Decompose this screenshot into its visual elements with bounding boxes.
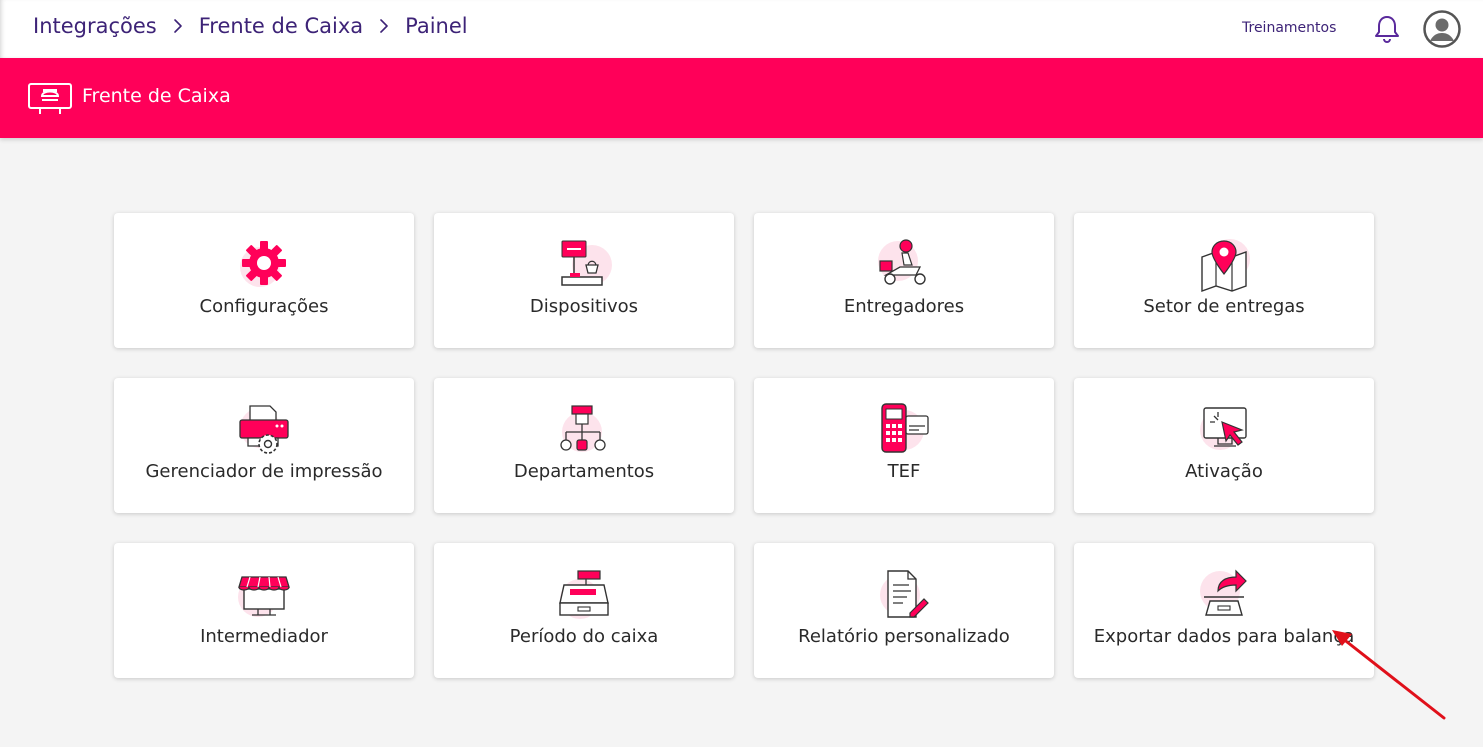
- card-periodo-do-caixa[interactable]: Período do caixa: [434, 543, 734, 678]
- card-label: Exportar dados para balança: [1093, 626, 1355, 647]
- top-bar: Integrações Frente de Caixa Painel Trein…: [0, 0, 1483, 58]
- card-departamentos[interactable]: Departamentos: [434, 378, 734, 513]
- module-banner: Frente de Caixa: [0, 58, 1483, 138]
- chevron-right-icon: [166, 14, 190, 38]
- bell-icon[interactable]: [1373, 14, 1401, 44]
- cash-register-logo-icon: [27, 78, 73, 118]
- card-ativacao[interactable]: Ativação: [1074, 378, 1374, 513]
- printer-settings-icon: [236, 402, 292, 458]
- card-label: Configurações: [199, 296, 329, 317]
- monitor-click-icon: [1196, 402, 1252, 458]
- card-gerenciador-de-impressao[interactable]: Gerenciador de impressão: [114, 378, 414, 513]
- card-label: Dispositivos: [529, 296, 639, 317]
- card-intermediador[interactable]: Intermediador: [114, 543, 414, 678]
- card-tef[interactable]: TEF: [754, 378, 1054, 513]
- org-chart-icon: [556, 402, 612, 458]
- breadcrumb-item-integracoes[interactable]: Integrações: [33, 14, 157, 38]
- gear-icon: [236, 237, 292, 293]
- scale-export-icon: [1196, 567, 1252, 623]
- card-label: Intermediador: [200, 626, 328, 647]
- pdv-device-icon: [556, 237, 612, 293]
- delivery-scooter-icon: [876, 237, 932, 293]
- card-dispositivos[interactable]: Dispositivos: [434, 213, 734, 348]
- card-label: Período do caixa: [509, 626, 659, 647]
- user-avatar-icon[interactable]: [1423, 10, 1461, 48]
- map-pin-icon: [1196, 237, 1252, 293]
- card-label: Relatório personalizado: [798, 626, 1010, 647]
- storefront-icon: [236, 567, 292, 623]
- breadcrumb-item-frente-de-caixa[interactable]: Frente de Caixa: [199, 14, 363, 38]
- card-setor-de-entregas[interactable]: Setor de entregas: [1074, 213, 1374, 348]
- card-entregadores[interactable]: Entregadores: [754, 213, 1054, 348]
- report-edit-icon: [876, 567, 932, 623]
- breadcrumb: Integrações Frente de Caixa Painel: [33, 14, 468, 38]
- chevron-right-icon: [372, 14, 396, 38]
- card-label: TEF: [887, 461, 921, 482]
- card-label: Ativação: [1185, 461, 1263, 482]
- banner-title: Frente de Caixa: [82, 85, 231, 107]
- card-relatorio-personalizado[interactable]: Relatório personalizado: [754, 543, 1054, 678]
- card-label: Entregadores: [843, 296, 965, 317]
- treinamentos-link[interactable]: Treinamentos: [1242, 20, 1336, 36]
- breadcrumb-item-painel: Painel: [405, 14, 468, 38]
- card-label: Setor de entregas: [1143, 296, 1305, 317]
- cash-drawer-icon: [556, 567, 612, 623]
- card-terminal-icon: [876, 402, 932, 458]
- card-configuracoes[interactable]: Configurações: [114, 213, 414, 348]
- card-label: Gerenciador de impressão: [145, 461, 383, 482]
- card-label: Departamentos: [513, 461, 655, 482]
- card-exportar-dados-para-balanca[interactable]: Exportar dados para balança: [1074, 543, 1374, 678]
